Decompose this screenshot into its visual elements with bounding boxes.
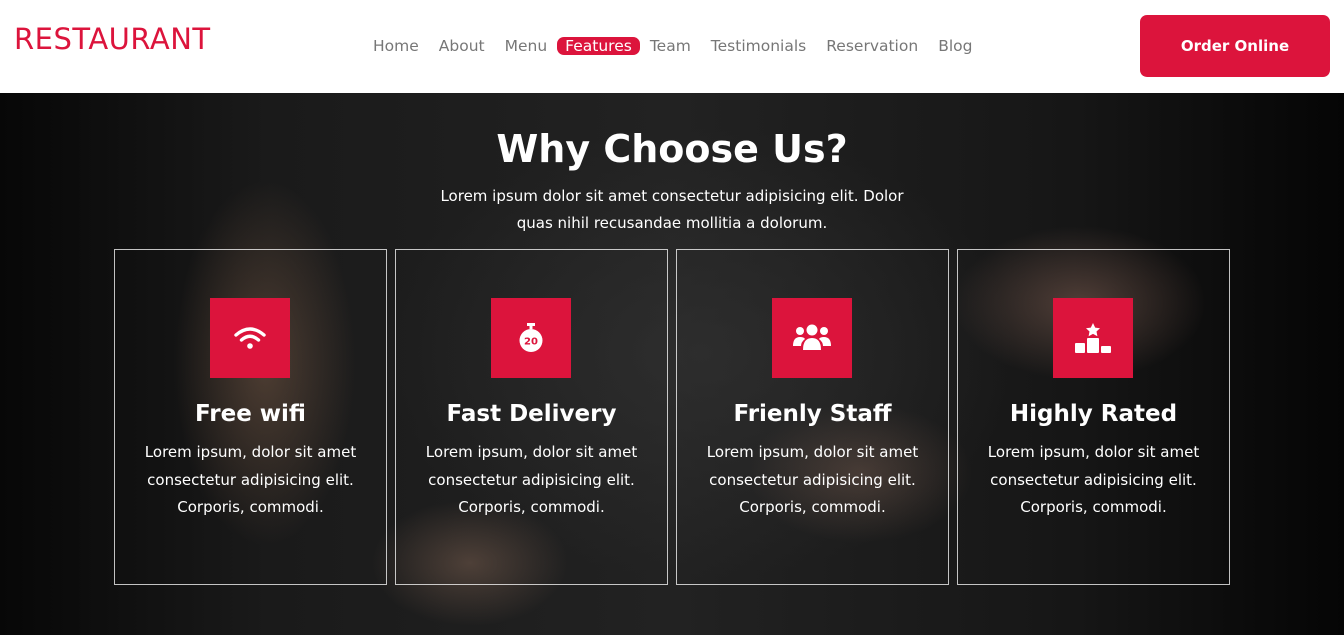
- nav-link-home[interactable]: Home: [363, 37, 429, 55]
- order-online-button[interactable]: Order Online: [1140, 15, 1330, 77]
- nav-link-reservation[interactable]: Reservation: [816, 37, 928, 55]
- section-title: Why Choose Us?: [496, 127, 848, 171]
- feature-text: Lorem ipsum, dolor sit amet consectetur …: [144, 443, 357, 516]
- nav-link-menu[interactable]: Menu: [495, 37, 558, 55]
- feature-title: Frienly Staff: [733, 401, 892, 427]
- feature-card-wifi: Free wifi Lorem ipsum, dolor sit amet co…: [114, 249, 387, 585]
- stopwatch-number: 20: [524, 337, 538, 348]
- feature-title: Fast Delivery: [446, 401, 617, 427]
- section-subtitle: Lorem ipsum dolor sit amet consectetur a…: [440, 187, 904, 232]
- features-section: Why Choose Us? Lorem ipsum dolor sit ame…: [0, 93, 1344, 635]
- users-icon: [772, 298, 852, 378]
- feature-card-staff: Frienly Staff Lorem ipsum, dolor sit ame…: [676, 249, 949, 585]
- ranking-star-icon: [1053, 298, 1133, 378]
- feature-title: Free wifi: [195, 401, 306, 427]
- brand-logo[interactable]: RESTAURANT: [14, 22, 211, 56]
- navbar: RESTAURANT Home About Menu Features Team…: [0, 0, 1344, 93]
- nav-link-blog[interactable]: Blog: [928, 37, 982, 55]
- feature-card-rated: Highly Rated Lorem ipsum, dolor sit amet…: [957, 249, 1230, 585]
- feature-text: Lorem ipsum, dolor sit amet consectetur …: [425, 443, 638, 516]
- wifi-icon: [210, 298, 290, 378]
- nav-link-team[interactable]: Team: [640, 37, 701, 55]
- feature-title: Highly Rated: [1009, 401, 1178, 427]
- feature-text: Lorem ipsum, dolor sit amet consectetur …: [706, 443, 919, 516]
- nav-link-testimonials[interactable]: Testimonials: [701, 37, 816, 55]
- feature-text: Lorem ipsum, dolor sit amet consectetur …: [987, 443, 1200, 516]
- nav-link-about[interactable]: About: [429, 37, 495, 55]
- feature-card-delivery: 20 Fast Delivery Lorem ipsum, dolor sit …: [395, 249, 668, 585]
- nav-link-features[interactable]: Features: [557, 37, 640, 55]
- nav-links: Home About Menu Features Team Testimonia…: [363, 24, 982, 68]
- stopwatch-icon: 20: [491, 298, 571, 378]
